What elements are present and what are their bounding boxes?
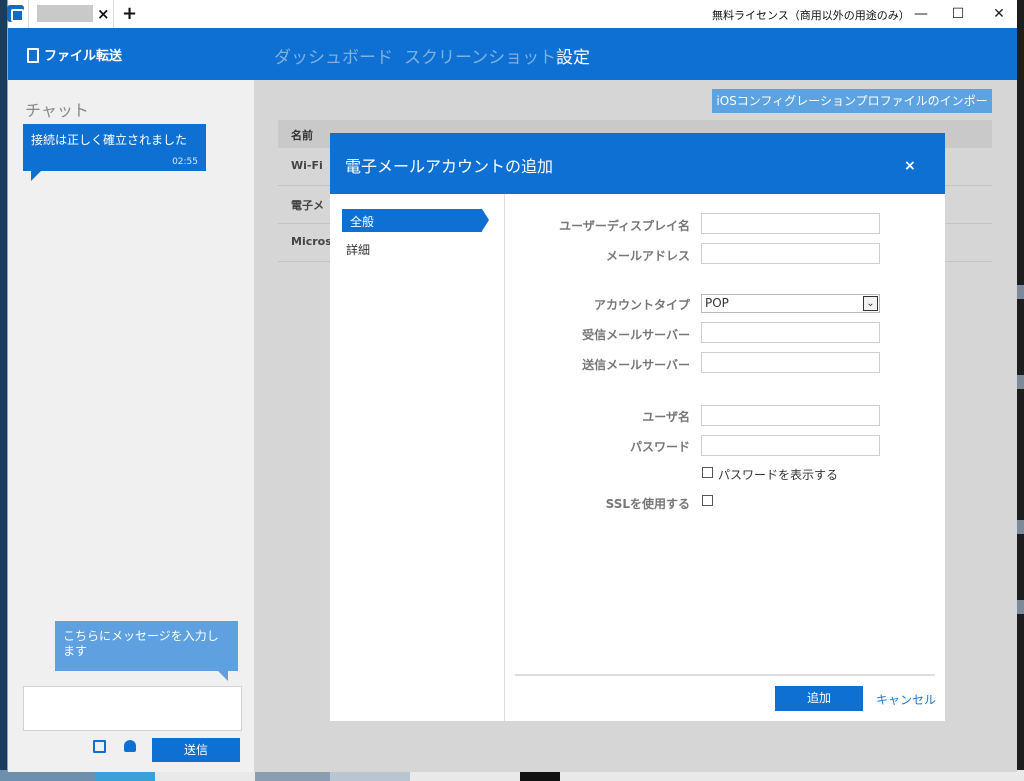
chevron-down-icon: ⌄ [863,296,878,311]
desktop-right-edge [1016,0,1024,781]
send-button[interactable]: 送信 [152,738,240,762]
password-field[interactable] [701,435,880,456]
show-password-checkbox[interactable] [702,467,713,478]
account-type-value: POP [705,296,729,310]
file-transfer-icon [27,48,39,63]
session-tab[interactable]: × [28,0,114,28]
ssl-label: SSLを使用する [605,497,690,511]
email-field[interactable] [701,243,880,264]
email-label: メールアドレス [605,249,690,263]
add-email-account-dialog: 電子メールアカウントの追加 × 全般 詳細 ユーザーディスプレイ名 メールアドレ… [330,133,945,721]
sidebar-item-details[interactable]: 詳細 [346,241,370,258]
maximize-button[interactable]: ☐ [948,4,968,24]
app-header: ファイル転送 ダッシュボード スクリーンショット 設定 [8,28,1017,80]
close-window-button[interactable]: ✕ [989,4,1009,24]
chat-message-bubble: 接続は正しく確立されました 02:55 [23,124,206,181]
minimize-button[interactable]: — [911,4,931,24]
notification-bell-icon[interactable] [124,740,136,752]
chat-panel: チャット 接続は正しく確立されました 02:55 こちらにメッセージを入力します… [8,80,254,772]
file-transfer-label: ファイル転送 [44,49,123,64]
cancel-link[interactable]: キャンセル [876,691,936,708]
desktop-left-edge [0,0,7,781]
title-bar: × + 無料ライセンス（商用以外の用途のみ） — ☐ ✕ [7,0,1017,28]
file-transfer-button[interactable]: ファイル転送 [27,45,122,64]
license-text: 無料ライセンス（商用以外の用途のみ） [712,9,910,22]
send-file-icon[interactable] [93,740,106,753]
chat-input[interactable] [23,686,242,731]
tab-label-redacted [37,5,93,22]
chat-message-text: 接続は正しく確立されました [31,133,188,147]
add-button[interactable]: 追加 [775,686,863,711]
dialog-divider [515,674,935,676]
outgoing-server-field[interactable] [701,352,880,373]
username-field[interactable] [701,405,880,426]
chat-hint-bubble: こちらにメッセージを入力します [55,621,238,681]
dialog-sidebar: 全般 詳細 [330,194,505,721]
chat-message-time: 02:55 [172,157,198,167]
tab-close-icon[interactable]: × [97,5,110,23]
teamviewer-icon [7,5,24,22]
dialog-title: 電子メールアカウントの追加 [345,157,554,176]
username-label: ユーザ名 [642,410,690,424]
outgoing-server-label: 送信メールサーバー [582,358,690,372]
dialog-close-icon[interactable]: × [904,158,916,174]
ssl-checkbox[interactable] [702,495,713,506]
password-label: パスワード [629,440,690,454]
account-type-label: アカウントタイプ [593,298,690,312]
incoming-server-label: 受信メールサーバー [582,328,690,342]
display-name-label: ユーザーディスプレイ名 [559,219,690,233]
nav-screenshot[interactable]: スクリーンショット [404,43,556,68]
import-ios-profile-button[interactable]: iOSコンフィグレーションプロファイルのインポート [712,89,992,132]
account-type-select[interactable]: POP ⌄ [701,294,880,313]
incoming-server-field[interactable] [701,322,880,343]
nav-dashboard[interactable]: ダッシュボード [274,43,393,68]
chat-title: チャット [25,101,89,120]
dialog-header: 電子メールアカウントの追加 × [330,133,945,194]
new-tab-icon[interactable]: + [122,3,137,24]
sidebar-item-general[interactable]: 全般 [342,209,489,232]
app-window: × + 無料ライセンス（商用以外の用途のみ） — ☐ ✕ ファイル転送 ダッシュ… [7,0,1017,772]
nav-settings[interactable]: 設定 [556,43,590,68]
show-password-label: パスワードを表示する [718,468,839,482]
display-name-field[interactable] [701,213,880,234]
